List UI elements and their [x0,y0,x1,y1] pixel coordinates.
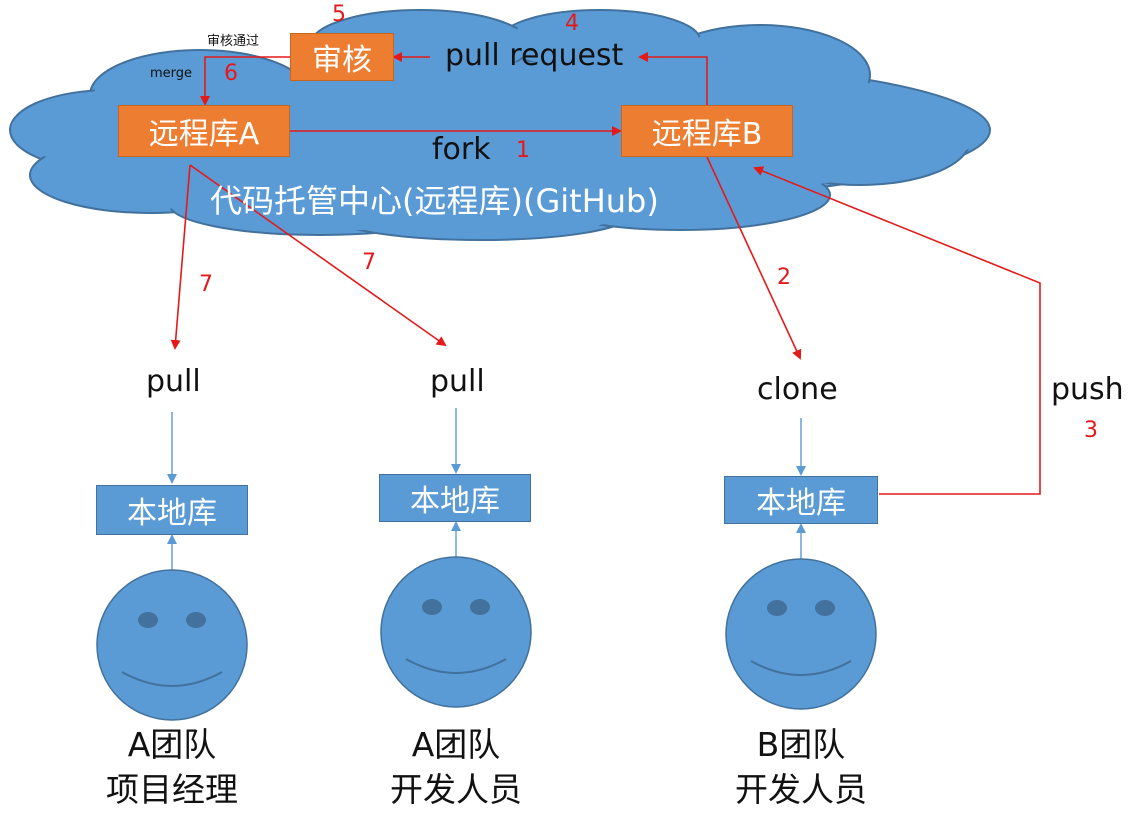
pull-label-middle: pull [430,364,485,399]
step-7-middle: 7 [362,250,376,275]
step-6: 6 [224,61,238,86]
pull-label-left: pull [146,364,201,399]
review-box: 审核 [290,33,394,81]
person-label-b-developer: B团队 开发人员 [721,722,881,812]
role-name: 项目经理 [106,770,238,809]
step-4: 4 [565,11,579,36]
local-repo-a-developer: 本地库 [379,474,531,522]
face-icon-a-developer [380,556,532,708]
merge-label: merge [150,66,193,81]
role-name: 开发人员 [390,770,522,809]
step-1: 1 [516,138,530,163]
cloud-label: 代码托管中心(远程库)(GitHub) [210,182,659,220]
face-icon-b-developer [725,558,877,710]
diagram-canvas: 代码托管中心(远程库)(GitHub) 审核 远程库A 远程库B pull re… [0,0,1139,816]
review-pass-label: 审核通过 [207,34,260,49]
step-3: 3 [1084,418,1098,443]
step-5: 5 [332,2,346,27]
step-2: 2 [777,265,791,290]
role-name: 开发人员 [735,770,867,809]
fork-label: fork [432,132,491,167]
local-repo-a-manager: 本地库 [96,485,248,535]
face-icon-a-manager [96,569,248,721]
remote-repo-a: 远程库A [118,105,290,157]
person-label-a-manager: A团队 项目经理 [92,722,252,812]
team-name: A团队 [127,725,217,764]
push-label: push [1051,372,1124,407]
pull-request-label: pull request [445,38,624,73]
person-label-a-developer: A团队 开发人员 [376,722,536,812]
remote-repo-b: 远程库B [621,105,793,157]
local-repo-b-developer: 本地库 [724,476,878,524]
team-name: B团队 [756,725,846,764]
step-7-left: 7 [199,272,213,297]
team-name: A团队 [411,725,501,764]
clone-label: clone [757,372,838,407]
